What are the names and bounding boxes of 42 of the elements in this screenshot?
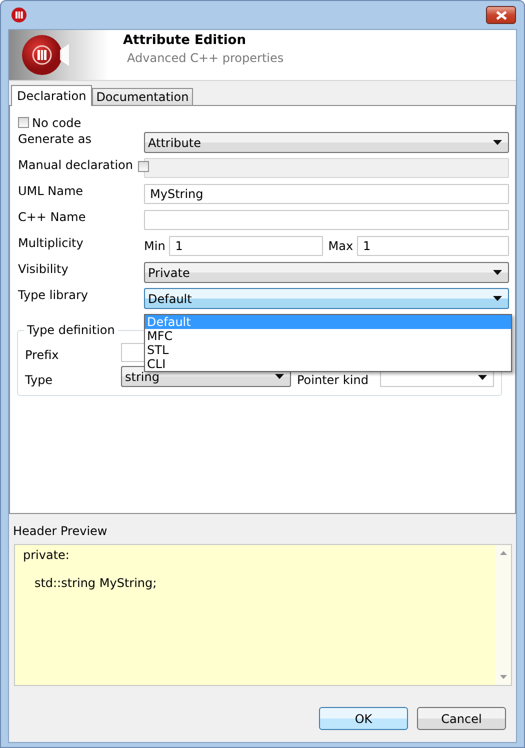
field-label: UML Name	[18, 184, 84, 198]
field-label: Manual declaration	[18, 158, 133, 172]
app-icon	[11, 7, 27, 23]
dialog-title: Attribute Edition	[123, 33, 247, 48]
close-icon	[496, 10, 506, 20]
input-field[interactable]	[144, 210, 509, 230]
checkbox-label: No code	[32, 116, 82, 130]
dropdown-option[interactable]: STL	[145, 343, 511, 357]
close-button[interactable]	[486, 6, 516, 24]
section-label: Header Preview	[12, 523, 108, 539]
dropdown[interactable]: Attribute	[144, 132, 509, 153]
input-field[interactable]: 1	[169, 236, 324, 256]
code-preview: private: std::string MyString;	[22, 547, 158, 592]
caret-icon	[275, 374, 284, 379]
dialog-button[interactable]: Cancel	[417, 707, 506, 730]
input-field[interactable]: 1	[357, 236, 509, 256]
field-label: Generate as	[18, 132, 92, 146]
dropdown-option[interactable]: MFC	[145, 329, 511, 343]
tab[interactable]: Documentation	[92, 88, 193, 105]
dropdown[interactable]: Private	[144, 262, 509, 283]
caret-icon	[478, 375, 487, 380]
field-label: Type library	[18, 288, 89, 302]
caret-icon	[493, 270, 502, 275]
checkbox[interactable]	[18, 117, 29, 128]
dialog-button[interactable]: OK	[319, 707, 408, 730]
scroll-down-icon[interactable]	[500, 675, 506, 679]
tab[interactable]: Declaration	[11, 85, 92, 106]
field-label: Max	[327, 239, 354, 253]
field-label: Min	[144, 239, 166, 253]
field-label: Pointer kind	[297, 373, 368, 387]
field-label: C++ Name	[18, 210, 87, 224]
field-label: Visibility	[18, 262, 70, 276]
field-label: Multiplicity	[18, 236, 84, 250]
dropdown[interactable]: Default	[144, 288, 509, 309]
field-label: Prefix	[25, 348, 59, 362]
dialog-subtitle: Advanced C++ properties	[126, 51, 284, 65]
field-label: Type	[25, 373, 53, 387]
caret-icon	[493, 140, 502, 145]
group-title: Type definition	[24, 323, 118, 337]
caret-icon	[493, 296, 502, 301]
scroll-up-icon[interactable]	[500, 551, 506, 555]
input-field[interactable]: MyString	[144, 184, 509, 204]
